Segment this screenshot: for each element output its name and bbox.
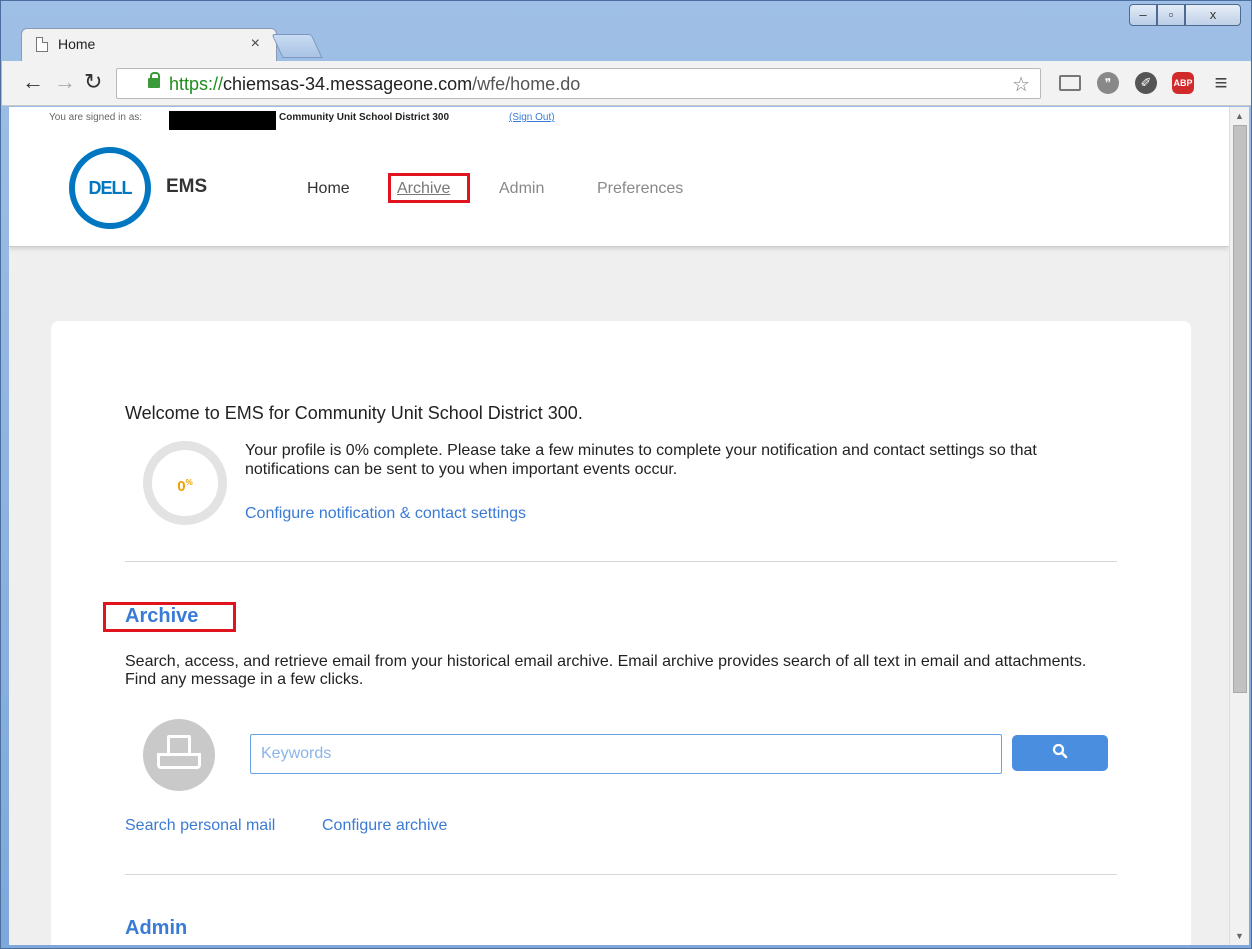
configure-notification-link[interactable]: Configure notification & contact setting…	[245, 505, 526, 523]
profile-status-text: Your profile is 0% complete. Please take…	[245, 442, 1037, 478]
tab-home[interactable]: Home ×	[21, 28, 277, 62]
search-personal-mail-link[interactable]: Search personal mail	[125, 817, 275, 835]
adblock-icon[interactable]: ABP	[1172, 72, 1194, 94]
nav-preferences[interactable]: Preferences	[597, 180, 683, 198]
content-card: Welcome to EMS for Community Unit School…	[51, 321, 1191, 945]
search-button[interactable]	[1012, 735, 1108, 771]
reload-icon[interactable]: ↻	[84, 70, 102, 94]
maximize-button[interactable]: ▫	[1157, 4, 1185, 26]
tab-title: Home	[58, 36, 96, 52]
redacted-username	[169, 111, 276, 130]
cast-icon[interactable]	[1059, 75, 1081, 91]
browser-toolbar: ← → ↻ https://chiemsas-34.messageone.com…	[2, 61, 1251, 106]
divider	[125, 561, 1117, 562]
nav-home[interactable]: Home	[307, 180, 350, 198]
signed-in-label: You are signed in as:	[49, 112, 143, 123]
forward-arrow-icon[interactable]: →	[54, 70, 76, 94]
site-header: You are signed in as: Community Unit Sch…	[9, 107, 1229, 247]
hangouts-icon[interactable]: ❞	[1097, 72, 1119, 94]
admin-section-title: Admin	[125, 917, 188, 939]
welcome-heading: Welcome to EMS for Community Unit School…	[125, 403, 583, 423]
district-name: Community Unit School District 300	[279, 112, 450, 123]
product-name: EMS	[166, 176, 208, 197]
profile-percent: 0	[177, 478, 186, 495]
browser-window: Home × – ▫ x ← → ↻ https://chiemsas-34.m…	[0, 0, 1252, 949]
highlight-box-archive-title	[103, 602, 236, 632]
scroll-down-arrow-icon[interactable]: ▼	[1235, 931, 1244, 941]
address-bar[interactable]: https://chiemsas-34.messageone.com/wfe/h…	[116, 68, 1041, 99]
lock-icon	[148, 72, 160, 88]
tab-close-icon[interactable]: ×	[251, 35, 260, 53]
profile-percent-sign: %	[185, 478, 193, 487]
nav-admin[interactable]: Admin	[499, 180, 544, 198]
highlight-box-nav-archive	[388, 173, 470, 203]
tab-strip: Home × – ▫ x	[1, 1, 1252, 62]
close-window-button[interactable]: x	[1185, 4, 1241, 26]
url-text: https://chiemsas-34.messageone.com/wfe/h…	[169, 74, 581, 94]
back-arrow-icon[interactable]: ←	[22, 70, 44, 94]
minimize-button[interactable]: –	[1129, 4, 1157, 26]
menu-icon[interactable]: ≡	[1210, 72, 1232, 94]
keywords-search-input[interactable]	[250, 734, 1002, 774]
bookmark-star-icon[interactable]: ☆	[1012, 72, 1030, 97]
vertical-scrollbar[interactable]: ▲ ▼	[1229, 107, 1249, 945]
scroll-up-arrow-icon[interactable]: ▲	[1235, 111, 1244, 121]
dell-logo: DELL	[69, 147, 151, 229]
configure-archive-link[interactable]: Configure archive	[322, 817, 447, 835]
new-tab-button[interactable]	[271, 34, 323, 58]
search-icon	[1052, 743, 1068, 758]
archive-description: Search, access, and retrieve email from …	[125, 653, 1087, 688]
profile-progress-ring: 0%	[143, 441, 227, 525]
page-viewport: You are signed in as: Community Unit Sch…	[9, 107, 1229, 945]
compass-icon[interactable]: ✐	[1135, 72, 1157, 94]
page-icon	[36, 37, 48, 52]
archive-tray-icon	[143, 719, 215, 791]
scroll-thumb[interactable]	[1233, 125, 1247, 693]
sign-out-link[interactable]: (Sign Out)	[509, 112, 555, 123]
divider	[125, 874, 1117, 875]
